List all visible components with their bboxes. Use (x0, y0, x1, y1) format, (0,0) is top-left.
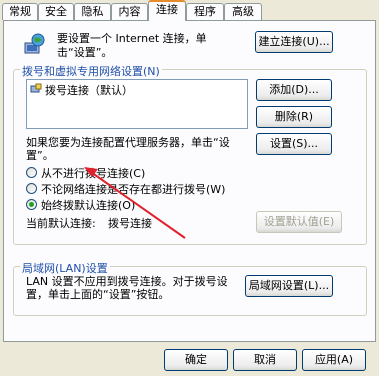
tab-privacy[interactable]: 隐私 (74, 3, 111, 20)
internet-globe-icon (22, 32, 46, 56)
proxy-instructions: 如果您要为连接配置代理服务器，单击“设置”。 (26, 136, 230, 162)
tab-connections[interactable]: 连接 (148, 0, 186, 21)
annotation-arrow (84, 167, 186, 239)
ok-button[interactable]: 确定 (164, 349, 228, 371)
cancel-button[interactable]: 取消 (233, 349, 297, 371)
radio-dial-whenever[interactable] (26, 183, 37, 194)
lan-group-title: 局域网(LAN)设置 (20, 260, 110, 276)
tab-advanced[interactable]: 高级 (224, 3, 262, 20)
tab-security[interactable]: 安全 (38, 3, 74, 20)
dialup-connection-icon (30, 83, 42, 95)
setup-button[interactable]: 建立连接(U)... (255, 31, 333, 53)
apply-button[interactable]: 应用(A) (302, 349, 366, 371)
list-item[interactable]: 拨号连接（默认） (45, 82, 133, 98)
lan-settings-button[interactable]: 局域网设置(L)... (245, 275, 333, 297)
tab-general[interactable]: 常规 (2, 3, 38, 20)
tab-programs[interactable]: 程序 (186, 3, 224, 20)
set-default-button[interactable]: 设置默认值(E) (256, 211, 342, 233)
add-button[interactable]: 添加(D)... (256, 79, 332, 101)
setup-instructions: 要设置一个 Internet 连接，单击“设置”。 (57, 32, 207, 59)
tab-content[interactable]: 内容 (111, 3, 148, 20)
settings-button[interactable]: 设置(S)... (256, 133, 332, 155)
dialup-group-title: 拨号和虚拟专用网络设置(N) (20, 63, 162, 79)
radio-always-dial-default[interactable] (26, 199, 37, 210)
radio-never-dial[interactable] (26, 167, 37, 178)
lan-instructions: LAN 设置不应用到拨号连接。对于拨号设置，单击上面的“设置”按钮。 (26, 275, 228, 301)
tab-strip: 常规 安全 隐私 内容 连接 程序 高级 (0, 0, 379, 21)
remove-button[interactable]: 删除(R) (256, 106, 332, 128)
connection-listbox[interactable]: 拨号连接（默认） (26, 79, 248, 129)
